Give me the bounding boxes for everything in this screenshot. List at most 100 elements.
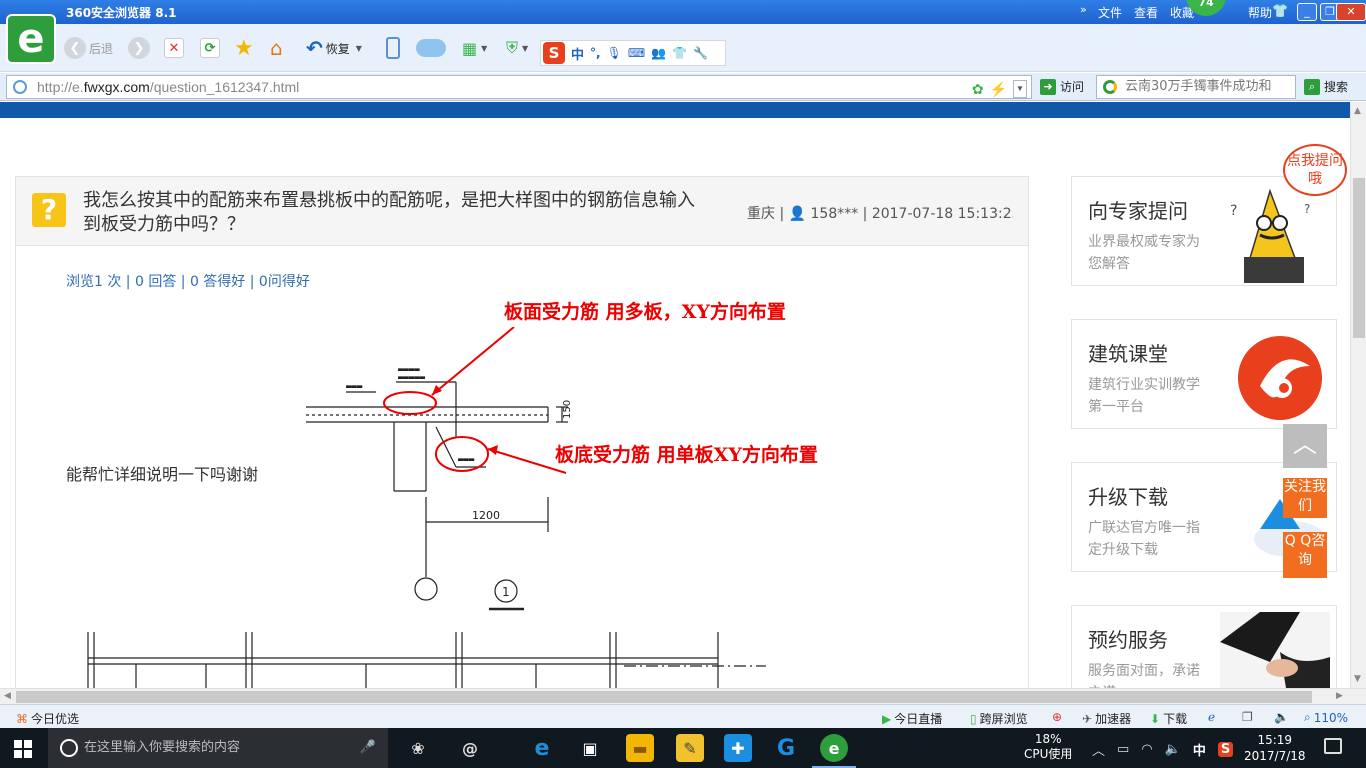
loading-icon[interactable]: ✿ — [972, 78, 984, 100]
menu-view[interactable]: 查看 — [1134, 4, 1158, 21]
card-desc: 广联达官方唯一指定升级下载 — [1088, 520, 1200, 558]
scroll-down-icon[interactable]: ▼ — [1354, 674, 1361, 684]
url-scheme: http://e. — [37, 79, 84, 95]
edge-icon[interactable]: e — [528, 734, 556, 762]
mic-icon[interactable]: 🎙 — [607, 46, 622, 60]
refresh-button[interactable]: ⟳ — [200, 36, 220, 60]
scroll-right-icon[interactable]: ▶ — [1336, 691, 1343, 701]
sogou-icon[interactable]: S — [543, 42, 565, 64]
ime-indicator[interactable]: 中 — [1193, 740, 1206, 759]
task-view-icon[interactable]: ❀ — [404, 734, 432, 762]
lightning-icon[interactable]: ⚡ — [990, 78, 1007, 100]
scroll-up-icon[interactable]: ▲ — [1354, 106, 1361, 116]
cloud-icon[interactable] — [416, 36, 446, 60]
store-icon[interactable]: ▣ — [576, 734, 604, 762]
ask-expert-card[interactable]: 向专家提问 业界最权威专家为您解答 ? ? — [1071, 176, 1337, 286]
url-input[interactable]: http://e.fwxgx.com/question_1612347.html… — [6, 75, 1032, 99]
windows-start-icon[interactable] — [14, 740, 32, 758]
menu-file[interactable]: 文件 — [1098, 4, 1122, 21]
page-content: ? 我怎么按其中的配筋来布置悬挑板中的配筋呢，是把大样图中的钢筋信息输入到板受力… — [0, 118, 1350, 688]
title-bar: 360安全浏览器 8.1 » 文件 查看 收藏 帮助 74 👕 _ ❐ ✕ — [0, 0, 1366, 24]
question-title: 我怎么按其中的配筋来布置悬挑板中的配筋呢，是把大样图中的钢筋信息输入到板受力筋中… — [83, 190, 695, 235]
plus-icon[interactable]: ⊕ — [1052, 710, 1062, 724]
cpu-usage[interactable]: 18% CPU使用 — [1024, 732, 1072, 762]
question-header: ? 我怎么按其中的配筋来布置悬挑板中的配筋呢，是把大样图中的钢筋信息输入到板受力… — [16, 177, 1028, 246]
today-picks[interactable]: ⌘ 今日优选 — [16, 710, 79, 727]
shield-icon[interactable]: ⛨ ▼ — [506, 36, 528, 60]
svg-text:▬▬▬: ▬▬▬ — [346, 382, 363, 392]
apps-grid-icon[interactable]: ▦ ▼ — [462, 36, 487, 60]
card-desc: 业界最权威专家为您解答 — [1088, 234, 1200, 272]
download-icon: ⬇ — [1150, 711, 1161, 726]
search-button[interactable]: ⌕ 搜索 — [1304, 78, 1348, 95]
question-card: ? 我怎么按其中的配筋来布置悬挑板中的配筋呢，是把大样图中的钢筋信息输入到板受力… — [15, 176, 1029, 688]
cross-screen[interactable]: ▯ 跨屏浏览 — [970, 710, 1028, 727]
battery-icon[interactable]: ▭ — [1117, 742, 1129, 757]
glodon-app-icon[interactable]: G — [772, 734, 800, 762]
skin-icon[interactable]: 👕 — [1272, 4, 1288, 19]
zoom-icon: ⌕ — [1304, 710, 1311, 724]
favorite-star-icon[interactable]: ★ — [234, 36, 254, 61]
restore-button[interactable]: ↶ 恢复 ▼ — [306, 36, 362, 60]
vertical-scrollbar[interactable]: ▲ ▼ — [1350, 102, 1366, 688]
browser-360-icon[interactable]: e — [812, 734, 856, 768]
ie-icon[interactable]: ℯ — [1208, 710, 1215, 724]
file-explorer-icon[interactable]: ▬ — [626, 734, 654, 762]
download[interactable]: ⬇ 下载 — [1150, 710, 1187, 727]
annotation-bottom: 板底受力筋 用单板XY方向布置 — [555, 444, 818, 466]
card-title: 升级下载 — [1088, 485, 1168, 509]
wifi-icon[interactable]: ◠ — [1141, 742, 1152, 757]
go-button[interactable]: ➜ 访问 — [1040, 78, 1084, 95]
qq-consult-button[interactable]: Q Q咨询 — [1283, 532, 1327, 578]
notification-icon[interactable] — [1324, 738, 1342, 754]
browser-logo-icon[interactable]: e — [6, 14, 56, 64]
system-tray: ︿ ▭ ◠ 🔈 中 S — [1092, 740, 1234, 759]
notepad-icon[interactable]: ✎ — [676, 734, 704, 762]
handshake-photo-icon — [1220, 612, 1330, 688]
accelerator[interactable]: ✈ 加速器 — [1082, 710, 1131, 727]
mobile-icon[interactable] — [386, 36, 400, 60]
wrench-icon[interactable]: 🔧 — [693, 46, 708, 60]
shirt-icon[interactable]: 👕 — [672, 46, 687, 60]
close-window-button[interactable]: ✕ — [1336, 3, 1366, 21]
forward-button[interactable]: ❯ — [128, 36, 150, 60]
keyboard-icon[interactable]: ⌨ — [628, 46, 645, 60]
back-to-top-button[interactable]: ︿ — [1283, 424, 1327, 468]
tray-chevron-icon[interactable]: ︿ — [1092, 740, 1105, 759]
ime-mode[interactable]: 中 — [571, 44, 584, 63]
horizontal-scrollbar[interactable]: ◀ ▶ — [0, 688, 1366, 704]
taskbar-search[interactable]: 在这里输入你要搜索的内容 🎤 — [48, 728, 388, 768]
url-dropdown-icon[interactable]: ▼ — [1013, 80, 1027, 98]
horizontal-scroll-thumb[interactable] — [16, 691, 1312, 703]
today-live[interactable]: ▶ 今日直播 — [882, 710, 942, 727]
home-icon[interactable]: ⌂ — [270, 36, 283, 60]
globe-icon — [13, 80, 27, 94]
speaker-icon[interactable]: 🔈 — [1165, 742, 1181, 757]
stop-button[interactable]: ✕ — [164, 36, 184, 60]
structural-drawing-partial — [87, 632, 766, 688]
app-blue-icon[interactable]: ✚ — [724, 734, 752, 762]
scroll-left-icon[interactable]: ◀ — [4, 691, 11, 701]
minimize-button[interactable]: _ — [1297, 3, 1317, 21]
site-header-strip — [0, 102, 1350, 118]
search-input[interactable]: 云南30万手镯事件成功和 — [1096, 75, 1296, 99]
ime-punct[interactable]: °, — [590, 46, 601, 60]
building-class-card[interactable]: 建筑课堂 建筑行业实训教学第一平台 — [1071, 319, 1337, 429]
volume-icon[interactable]: 🔈 — [1274, 710, 1289, 724]
clock[interactable]: 15:19 2017/7/18 — [1244, 732, 1306, 764]
mic-icon[interactable]: 🎤 — [360, 728, 376, 768]
user-icon[interactable]: 👥 — [651, 46, 666, 60]
back-button[interactable]: ❮ 后退 — [64, 36, 113, 60]
vertical-scroll-thumb[interactable] — [1353, 178, 1365, 338]
follow-us-button[interactable]: 关注我们 — [1283, 478, 1327, 518]
sogou-tray-icon[interactable]: S — [1217, 742, 1234, 757]
window-icon[interactable]: ❐ — [1242, 710, 1253, 724]
app-swirl-icon[interactable]: @ — [456, 734, 484, 762]
zoom-level[interactable]: ⌕ 110% — [1304, 710, 1348, 725]
question-stats[interactable]: 浏览1 次 | 0 回答 | 0 答得好 | 0问得好 — [66, 271, 310, 291]
appointment-card[interactable]: 预约服务 服务面对面，承诺之诺 — [1071, 605, 1337, 688]
ask-bubble[interactable]: 点我提问哦 — [1283, 144, 1347, 196]
status-bar: ⌘ 今日优选 ▶ 今日直播 ▯ 跨屏浏览 ⊕ ✈ 加速器 ⬇ 下载 ℯ ❐ 🔈 … — [0, 704, 1366, 728]
structural-drawing: ▬▬▬▬ ▬▬▬▬▬ ▬▬▬ ▬▬▬ 150 1200 1 — [306, 327, 573, 611]
menu-help[interactable]: 帮助 — [1248, 4, 1272, 21]
